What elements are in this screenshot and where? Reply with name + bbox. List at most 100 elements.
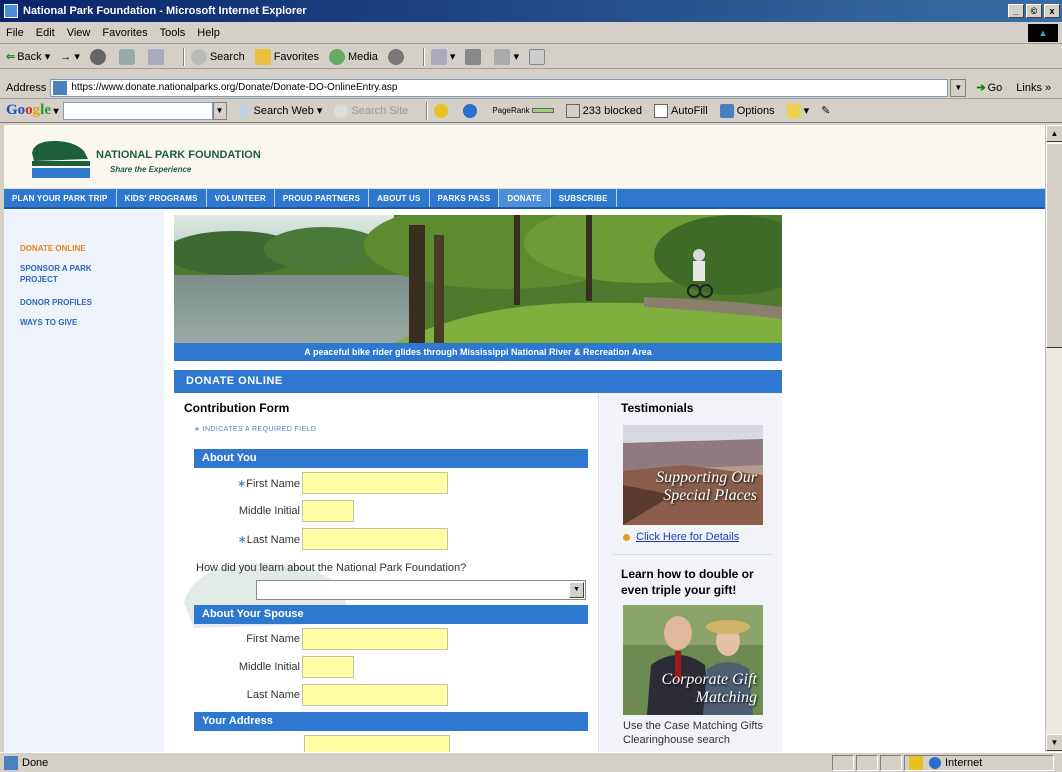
how-learn-select[interactable]: ▼ (256, 580, 586, 600)
pagerank-label: PageRank (492, 106, 530, 115)
autofill-label: AutoFill (671, 104, 708, 117)
nav-subscribe[interactable]: SUBSCRIBE (551, 189, 617, 207)
nav-donate[interactable]: DONATE (499, 189, 551, 207)
menu-tools[interactable]: Tools (160, 27, 186, 39)
search-button[interactable]: Search (190, 48, 245, 65)
mail-button[interactable]: ▾ (430, 48, 455, 65)
windows-logo-icon: ▲ (1028, 24, 1058, 42)
testimonial-image[interactable]: Supporting Our Special Places (623, 425, 763, 525)
arrowhead-logo-icon[interactable] (24, 135, 94, 181)
form-title: Contribution Form (184, 401, 290, 415)
gift-matching-image[interactable]: Corporate Gift Matching (623, 605, 763, 715)
go-button[interactable]: ➔ Go (976, 81, 1002, 95)
first-name-row: ∗First Name (174, 472, 448, 494)
menu-view[interactable]: View (67, 27, 91, 39)
sidebar-sponsor-project[interactable]: SPONSOR A PARK PROJECT (20, 263, 120, 285)
info-button[interactable] (463, 103, 480, 118)
menu-edit[interactable]: Edit (36, 27, 55, 39)
back-button[interactable]: ⇐ Back ▾ (6, 50, 50, 64)
search-web-button[interactable]: Search Web ▾ (236, 103, 322, 118)
vertical-scrollbar[interactable]: ▲ ▼ (1045, 125, 1062, 752)
zone-label: Internet (945, 756, 983, 769)
blocked-label: 233 blocked (582, 104, 642, 117)
google-toolbar: Google ▾ ▼ Search Web ▾ Search Site Page… (0, 99, 1062, 123)
spouse-last-name-input[interactable] (302, 684, 448, 706)
last-name-text: Last Name (246, 533, 300, 546)
favorites-button[interactable]: Favorites (254, 48, 319, 65)
required-star: ∗ (237, 533, 247, 546)
search-site-button[interactable]: Search Site (334, 103, 408, 118)
scroll-thumb[interactable] (1046, 143, 1062, 348)
last-name-label: ∗Last Name (174, 533, 302, 546)
google-logo[interactable]: Google ▾ (6, 102, 59, 119)
toolbar-divider (426, 101, 429, 120)
stop-icon (89, 48, 106, 65)
nav-about-us[interactable]: ABOUT US (369, 189, 430, 207)
scroll-up-button[interactable]: ▲ (1046, 125, 1062, 142)
nav-volunteer[interactable]: VOLUNTEER (207, 189, 275, 207)
info-icon (463, 103, 478, 118)
binoculars-icon (236, 103, 251, 118)
spouse-middle-initial-input[interactable] (302, 656, 354, 678)
address-dropdown-button[interactable]: ▼ (950, 78, 967, 97)
edit-button[interactable]: ▾ (494, 48, 519, 65)
options-button[interactable]: Options (719, 103, 775, 118)
news-button[interactable] (434, 103, 451, 118)
history-button[interactable] (387, 48, 407, 65)
first-name-input[interactable] (302, 472, 448, 494)
nav-plan-trip[interactable]: PLAN YOUR PARK TRIP (4, 189, 117, 207)
print-button[interactable] (465, 48, 484, 65)
print-icon (465, 48, 482, 65)
status-bar: Done Internet (0, 752, 1062, 772)
select-dropdown-button[interactable]: ▼ (569, 582, 584, 598)
media-button[interactable]: Media (328, 48, 378, 65)
nav-parks-pass[interactable]: PARKS PASS (430, 189, 500, 207)
discuss-icon (528, 48, 545, 65)
last-name-input[interactable] (302, 528, 448, 550)
sidebar-donor-profiles[interactable]: DONOR PROFILES (20, 297, 130, 308)
menu-file[interactable]: File (6, 27, 24, 39)
stop-button[interactable] (89, 48, 109, 65)
media-icon (328, 48, 345, 65)
google-search-input[interactable] (62, 101, 213, 120)
site-header: NATIONAL PARK FOUNDATION Share the Exper… (4, 125, 1045, 189)
spouse-first-name-input[interactable] (302, 628, 448, 650)
close-button[interactable]: x (1044, 4, 1060, 18)
details-link-text: Click Here for Details (636, 531, 740, 543)
discuss-button[interactable] (528, 48, 548, 65)
links-button[interactable]: Links » (1016, 82, 1051, 94)
forward-button[interactable]: → ▾ (60, 50, 80, 63)
page-icon (53, 80, 68, 95)
nav-proud-partners[interactable]: PROUD PARTNERS (275, 189, 370, 207)
pencil-icon: ✎ (821, 105, 831, 117)
menu-help[interactable]: Help (197, 27, 220, 39)
testimonials-title: Testimonials (621, 401, 694, 415)
site-name: NATIONAL PARK FOUNDATION (96, 149, 261, 161)
sidebar-donate-online[interactable]: DONATE ONLINE (20, 243, 130, 254)
ie-app-icon (4, 4, 18, 18)
address-input[interactable]: https://www.donate.nationalparks.org/Don… (50, 78, 949, 97)
google-logo-part: o (25, 102, 33, 118)
details-link[interactable]: Click Here for Details (623, 531, 739, 543)
scroll-down-button[interactable]: ▼ (1046, 734, 1062, 751)
maximize-button[interactable]: © (1026, 4, 1042, 18)
sidebar-ways-to-give[interactable]: WAYS TO GIVE (20, 317, 130, 328)
google-search-dropdown[interactable]: ▼ (212, 101, 227, 120)
middle-initial-input[interactable] (302, 500, 354, 522)
pagerank-indicator[interactable]: PageRank (492, 106, 554, 115)
home-button[interactable] (147, 48, 167, 65)
nav-kids-programs[interactable]: KIDS' PROGRAMS (117, 189, 207, 207)
minimize-button[interactable]: _ (1008, 4, 1024, 18)
spouse-last-name-row: Last Name (174, 684, 448, 706)
highlight-icon (786, 103, 801, 118)
refresh-button[interactable] (118, 48, 138, 65)
gift-matching-text: Use the Case Matching Gifts Clearinghous… (623, 720, 764, 746)
first-name-text: First Name (246, 477, 300, 490)
autofill-button[interactable]: AutoFill (654, 103, 708, 118)
address-input-field[interactable] (304, 735, 450, 752)
popup-blocker-button[interactable]: 233 blocked (565, 103, 642, 118)
menu-favorites[interactable]: Favorites (102, 27, 147, 39)
page-done-icon (4, 755, 18, 770)
highlight-button[interactable]: ▾ (786, 103, 809, 118)
pencil-button[interactable]: ✎ (821, 104, 830, 117)
